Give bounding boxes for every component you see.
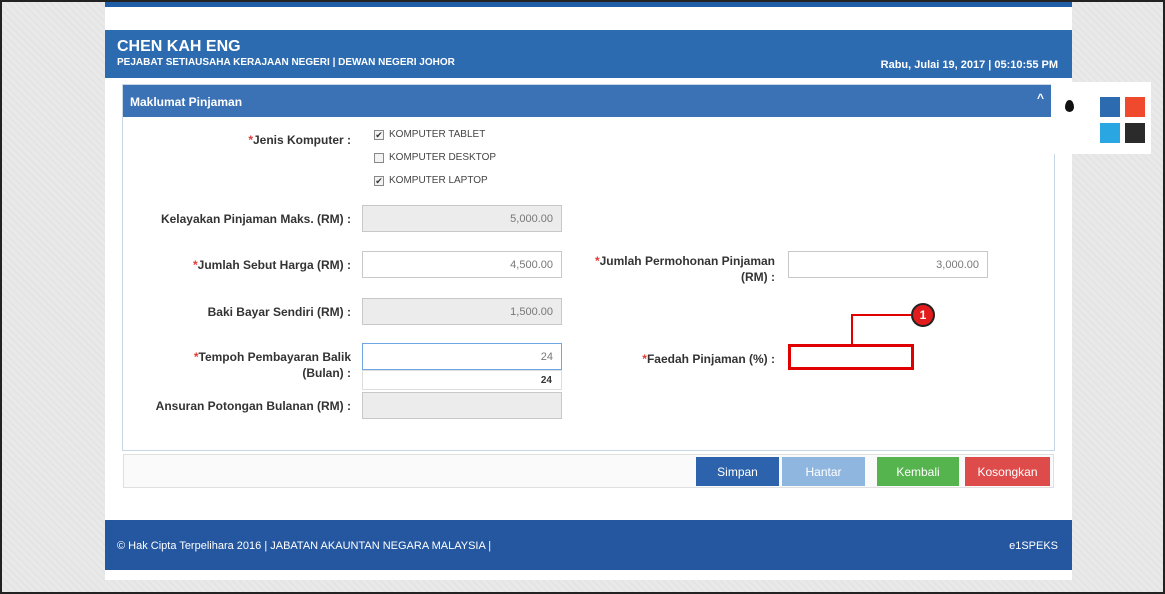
loan-application-label-line1: Jumlah Permohonan Pinjaman	[599, 254, 775, 268]
submit-button[interactable]: Hantar	[782, 457, 865, 486]
repayment-period-field[interactable]	[362, 343, 562, 370]
save-button[interactable]: Simpan	[696, 457, 779, 486]
page-header: CHEN KAH ENG PEJABAT SETIAUSAHA KERAJAAN…	[105, 30, 1072, 78]
footer-copyright: © Hak Cipta Terpelihara 2016 | JABATAN A…	[117, 540, 492, 552]
organization-name: PEJABAT SETIAUSAHA KERAJAAN NEGERI | DEW…	[117, 57, 455, 68]
app-window: CHEN KAH ENG PEJABAT SETIAUSAHA KERAJAAN…	[105, 2, 1072, 580]
back-button[interactable]: Kembali	[877, 457, 959, 486]
checkbox-tablet[interactable]: ✔ KOMPUTER TABLET	[374, 129, 485, 140]
repayment-period-label: *Tempoh Pembayaran Balik (Bulan) :	[125, 349, 351, 381]
panel-title: Maklumat Pinjaman	[130, 95, 243, 109]
loan-application-label: *Jumlah Permohonan Pinjaman (RM) :	[575, 253, 775, 285]
checkbox-checked-icon[interactable]: ✔	[374, 129, 384, 140]
callout-leader-horizontal	[851, 314, 912, 316]
checkbox-unchecked-icon[interactable]	[374, 152, 384, 163]
autocomplete-option[interactable]: 24	[362, 375, 552, 386]
monthly-installment-field	[362, 392, 562, 419]
drop-icon[interactable]	[1065, 100, 1074, 112]
theme-switcher	[1051, 82, 1151, 154]
repayment-period-label-line1: Tempoh Pembayaran Balik	[198, 350, 352, 364]
swatch-light-blue[interactable]	[1100, 123, 1120, 143]
max-eligibility-field	[362, 205, 562, 232]
page-footer: © Hak Cipta Terpelihara 2016 | JABATAN A…	[105, 520, 1072, 570]
quote-amount-field[interactable]	[362, 251, 562, 278]
clear-button[interactable]: Kosongkan	[965, 457, 1050, 486]
checkbox-checked-icon[interactable]: ✔	[374, 175, 384, 186]
max-eligibility-label: Kelayakan Pinjaman Maks. (RM) :	[160, 212, 351, 226]
checkbox-laptop-label: KOMPUTER LAPTOP	[389, 175, 488, 186]
user-name: CHEN KAH ENG	[117, 38, 241, 55]
self-payment-balance-label: Baki Bayar Sendiri (RM) :	[207, 305, 351, 319]
checkbox-tablet-label: KOMPUTER TABLET	[389, 129, 486, 140]
callout-leader-vertical	[851, 315, 853, 345]
callout-number-badge: 1	[911, 303, 935, 327]
monthly-installment-label: Ansuran Potongan Bulanan (RM) :	[155, 399, 351, 413]
computer-type-label: *Jenis Komputer :	[235, 132, 351, 148]
swatch-black[interactable]	[1125, 123, 1145, 143]
loan-interest-label-text: Faedah Pinjaman (%) :	[646, 352, 775, 366]
loan-application-field[interactable]	[788, 251, 988, 278]
current-datetime: Rabu, Julai 19, 2017 | 05:10:55 PM	[880, 59, 1058, 71]
panel-header: Maklumat Pinjaman ^	[123, 85, 1054, 117]
loan-application-label-line2: (RM) :	[741, 270, 775, 284]
checkbox-laptop[interactable]: ✔ KOMPUTER LAPTOP	[374, 175, 488, 186]
swatch-red[interactable]	[1125, 97, 1145, 117]
swatch-blue[interactable]	[1100, 97, 1120, 117]
computer-type-label-text: Jenis Komputer :	[252, 133, 351, 147]
loan-interest-label: *Faedah Pinjaman (%) :	[575, 351, 775, 367]
quote-amount-label-text: Jumlah Sebut Harga (RM) :	[197, 258, 351, 272]
chevron-up-icon[interactable]: ^	[1037, 91, 1044, 105]
callout-highlight-box	[788, 344, 914, 370]
footer-brand: e1SPEKS	[1009, 540, 1058, 552]
self-payment-balance-field	[362, 298, 562, 325]
quote-amount-label: *Jumlah Sebut Harga (RM) :	[125, 257, 351, 273]
checkbox-desktop-label: KOMPUTER DESKTOP	[389, 152, 497, 163]
repayment-period-label-line2: (Bulan) :	[302, 366, 351, 380]
top-strip	[105, 2, 1072, 7]
checkbox-desktop[interactable]: KOMPUTER DESKTOP	[374, 152, 496, 163]
